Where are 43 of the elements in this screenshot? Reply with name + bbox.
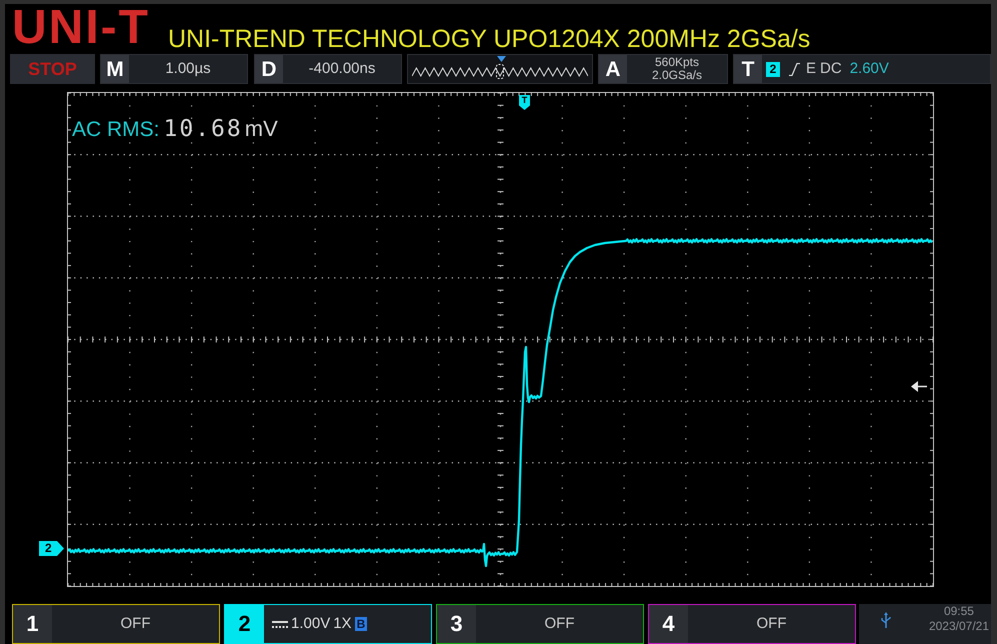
timebase-key: M xyxy=(101,55,129,83)
trigger-key: T xyxy=(734,55,762,83)
delay-key: D xyxy=(255,55,283,83)
trigger-source-badge: 2 xyxy=(766,62,780,76)
bandwidth-limit-badge: B xyxy=(354,617,368,631)
header-title: UNI-TREND TECHNOLOGY UPO1204X 200MHz 2GSa/s xyxy=(168,27,810,52)
channel-marker: 2 xyxy=(39,541,64,556)
channel-number: 3 xyxy=(437,605,476,643)
trigger-level: 2.60V xyxy=(850,58,889,79)
channel-tab[interactable]: 3 OFF xyxy=(436,604,644,644)
usb-icon xyxy=(881,612,891,628)
rising-edge-icon xyxy=(789,62,800,76)
delay-value: -400.00ns xyxy=(308,58,376,79)
channel-tab[interactable]: 1 OFF xyxy=(12,604,220,644)
channel-tab[interactable]: 2 1.00V 1X B xyxy=(224,604,432,644)
channel-number: 4 xyxy=(649,605,688,643)
channel-number: 2 xyxy=(225,605,264,643)
bracket-icon xyxy=(496,64,504,79)
brand-logo: UNI-T xyxy=(12,4,150,52)
trigger-type: E xyxy=(806,58,816,79)
memory-depth: 560Kpts xyxy=(654,56,700,69)
channel-status: OFF xyxy=(120,614,150,634)
clock-date: 2023/07/21 xyxy=(928,619,989,634)
trigger-coupling: DC xyxy=(820,58,842,79)
clock-time: 09:55 xyxy=(944,604,974,619)
measurement-label: AC RMS: xyxy=(72,117,160,143)
measurement-value: 10.68 xyxy=(164,115,243,144)
channel-status: OFF xyxy=(756,614,786,634)
measurement-unit: mV xyxy=(244,115,278,143)
stop-indicator: STOP xyxy=(10,54,95,84)
probe-ratio: 1X xyxy=(333,614,352,634)
acquire-key: A xyxy=(599,55,627,83)
channel-number: 1 xyxy=(13,605,52,643)
timebase-value: 1.00µs xyxy=(165,58,211,79)
channel-status: OFF xyxy=(544,614,574,634)
arrow-left-icon xyxy=(911,381,927,392)
triangle-marker-icon xyxy=(497,56,506,62)
trigger-marker: T xyxy=(519,95,530,110)
zigzag-wave-icon xyxy=(412,67,588,77)
channel-tab[interactable]: 4 OFF xyxy=(648,604,856,644)
channel-scale: 1.00V xyxy=(291,614,330,634)
sample-rate: 2.0GSa/s xyxy=(652,69,702,82)
dc-symbol-icon xyxy=(272,620,288,628)
